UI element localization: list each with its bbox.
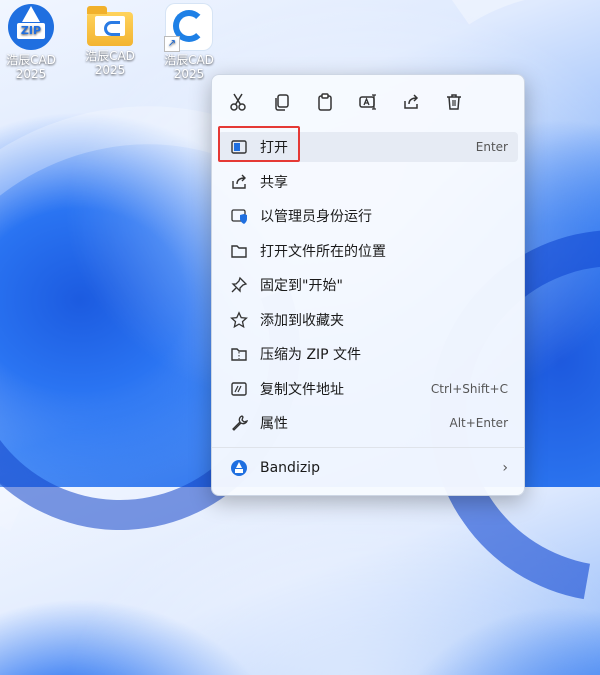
menu-item-label: 添加到收藏夹: [260, 313, 344, 329]
zip-archive-icon: [229, 344, 249, 364]
menu-item-label: 打开文件所在的位置: [260, 244, 386, 260]
bandizip-icon: ZIP: [8, 4, 54, 50]
desktop-icon-label: 浩辰CAD: [85, 49, 135, 63]
shortcut-arrow-icon: ↗: [164, 36, 180, 52]
menu-item-shortcut: Alt+Enter: [449, 416, 508, 430]
copy-icon[interactable]: [271, 91, 293, 113]
menu-item-shortcut: Ctrl+Shift+C: [430, 382, 508, 396]
menu-item-share[interactable]: 共享: [218, 167, 518, 197]
desktop-icon-gstarcad[interactable]: ↗ 浩辰CAD 2025: [152, 4, 226, 81]
share-icon[interactable]: [400, 91, 422, 113]
menu-item-label: 固定到"开始": [260, 278, 343, 294]
submenu-chevron-icon: ›: [502, 460, 508, 476]
menu-item-open-location[interactable]: 打开文件所在的位置: [218, 236, 518, 266]
shield-icon: [229, 206, 249, 226]
highlight-box: [218, 126, 300, 162]
pin-icon: [229, 275, 249, 295]
desktop-icon-label: 浩辰CAD: [6, 53, 56, 67]
desktop-icon-bandizip[interactable]: ZIP 浩辰CAD 2025: [0, 4, 68, 81]
gstarcad-icon: ↗: [164, 4, 212, 52]
menu-item-pin-to-start[interactable]: 固定到"开始": [218, 270, 518, 300]
menu-item-properties[interactable]: 属性 Alt+Enter: [218, 408, 518, 438]
menu-item-run-as-admin[interactable]: 以管理员身份运行: [218, 201, 518, 231]
wrench-icon: [229, 413, 249, 433]
menu-item-compress-zip[interactable]: 压缩为 ZIP 文件: [218, 339, 518, 369]
desktop-icon-label: 2025: [15, 67, 47, 81]
menu-item-label: 属性: [260, 416, 288, 432]
menu-separator: [212, 447, 524, 448]
desktop-icon-label: 2025: [94, 63, 126, 77]
zip-badge: ZIP: [17, 23, 45, 39]
menu-item-label: 共享: [260, 175, 288, 191]
desktop-icon-folder[interactable]: 浩辰CAD 2025: [73, 4, 147, 77]
menu-item-add-to-favorites[interactable]: 添加到收藏夹: [218, 305, 518, 335]
menu-item-label: 以管理员身份运行: [260, 209, 372, 225]
bandizip-icon: [229, 458, 249, 478]
star-icon: [229, 310, 249, 330]
context-menu-toolbar: [212, 75, 524, 125]
folder-icon: [87, 6, 133, 46]
cut-icon[interactable]: [227, 91, 249, 113]
menu-item-copy-path[interactable]: 复制文件地址 Ctrl+Shift+C: [218, 374, 518, 404]
folder-open-icon: [229, 241, 249, 261]
desktop-icon-label: 浩辰CAD: [164, 53, 214, 67]
menu-item-label: 压缩为 ZIP 文件: [260, 347, 362, 363]
copy-path-icon: [229, 379, 249, 399]
menu-item-label: 复制文件地址: [260, 382, 344, 398]
menu-item-shortcut: Enter: [475, 140, 508, 154]
menu-item-label: Bandizip: [260, 460, 320, 476]
paste-icon[interactable]: [314, 91, 336, 113]
menu-item-bandizip[interactable]: Bandizip ›: [218, 453, 518, 483]
delete-icon[interactable]: [443, 91, 465, 113]
rename-icon[interactable]: [357, 91, 379, 113]
share-icon: [229, 172, 249, 192]
